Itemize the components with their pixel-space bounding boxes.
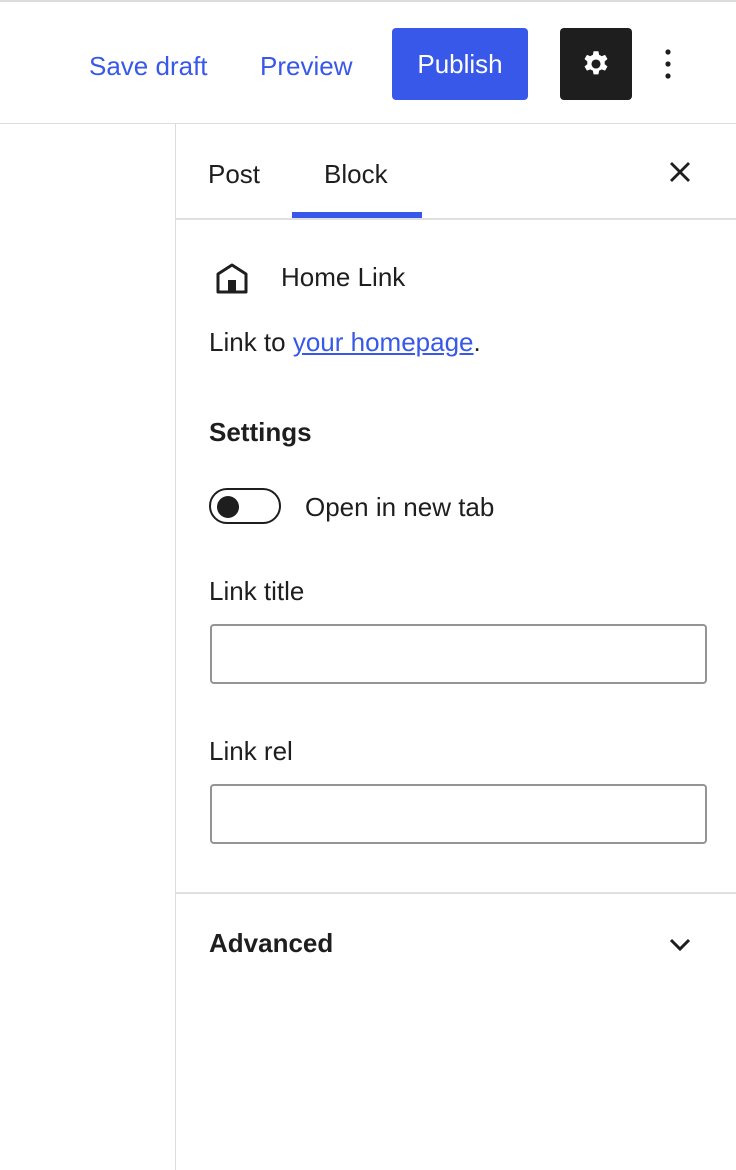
open-new-tab-label: Open in new tab: [305, 492, 495, 522]
block-description: Link to your homepage.: [209, 327, 481, 358]
link-title-label: Link title: [209, 576, 305, 606]
close-icon: [670, 162, 690, 182]
block-description-prefix: Link to: [209, 327, 293, 357]
editor-page: Save draft Preview Publish Post Block Ho…: [0, 0, 736, 1170]
block-title: Home Link: [281, 262, 406, 292]
settings-sidebar: Post Block Home Link Link to your homepa…: [175, 124, 736, 1170]
settings-button[interactable]: [560, 28, 632, 100]
active-tab-indicator: [292, 212, 422, 218]
block-description-suffix: .: [473, 327, 481, 357]
link-rel-label: Link rel: [209, 736, 293, 766]
publish-button[interactable]: Publish: [392, 28, 528, 100]
more-options-button[interactable]: [648, 38, 688, 90]
save-draft-button[interactable]: Save draft: [89, 46, 208, 86]
gear-icon: [584, 51, 608, 75]
preview-button[interactable]: Preview: [260, 46, 352, 86]
chevron-down-icon: [669, 938, 691, 952]
advanced-label: Advanced: [209, 928, 334, 958]
toggle-knob: [217, 496, 239, 518]
settings-heading: Settings: [209, 417, 312, 447]
home-icon: [216, 263, 248, 294]
advanced-panel-toggle[interactable]: Advanced: [176, 894, 736, 994]
link-title-input[interactable]: [210, 624, 707, 684]
tab-block[interactable]: Block: [324, 152, 388, 196]
editor-toolbar: Save draft Preview Publish: [0, 0, 736, 124]
sidebar-tabs: Post Block: [176, 124, 736, 220]
close-sidebar-button[interactable]: [660, 152, 700, 192]
homepage-link[interactable]: your homepage: [293, 327, 474, 357]
vertical-ellipsis-icon: [665, 49, 671, 79]
open-new-tab-toggle[interactable]: [209, 488, 281, 524]
link-rel-input[interactable]: [210, 784, 707, 844]
tab-post[interactable]: Post: [208, 152, 260, 196]
